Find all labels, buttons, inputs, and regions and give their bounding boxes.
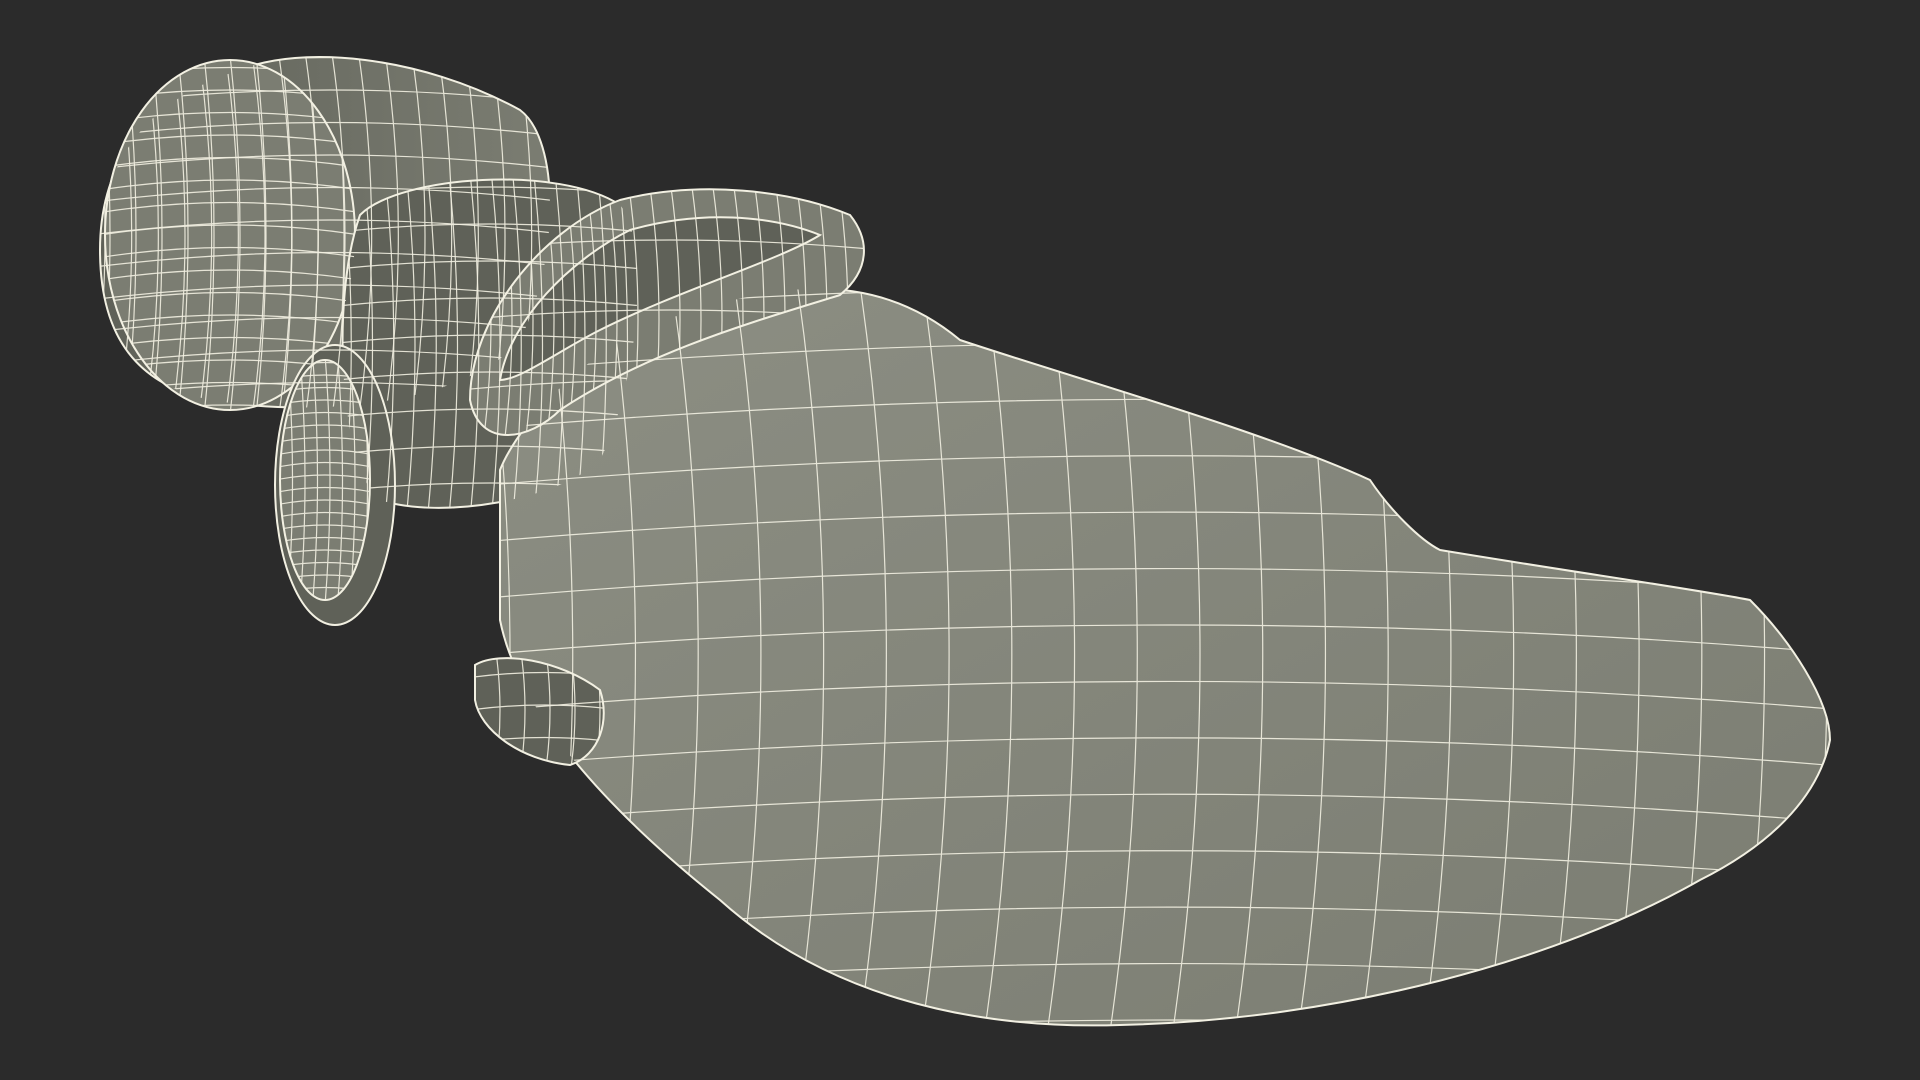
wireframe-render <box>0 0 1920 1080</box>
render-viewport <box>0 0 1920 1080</box>
